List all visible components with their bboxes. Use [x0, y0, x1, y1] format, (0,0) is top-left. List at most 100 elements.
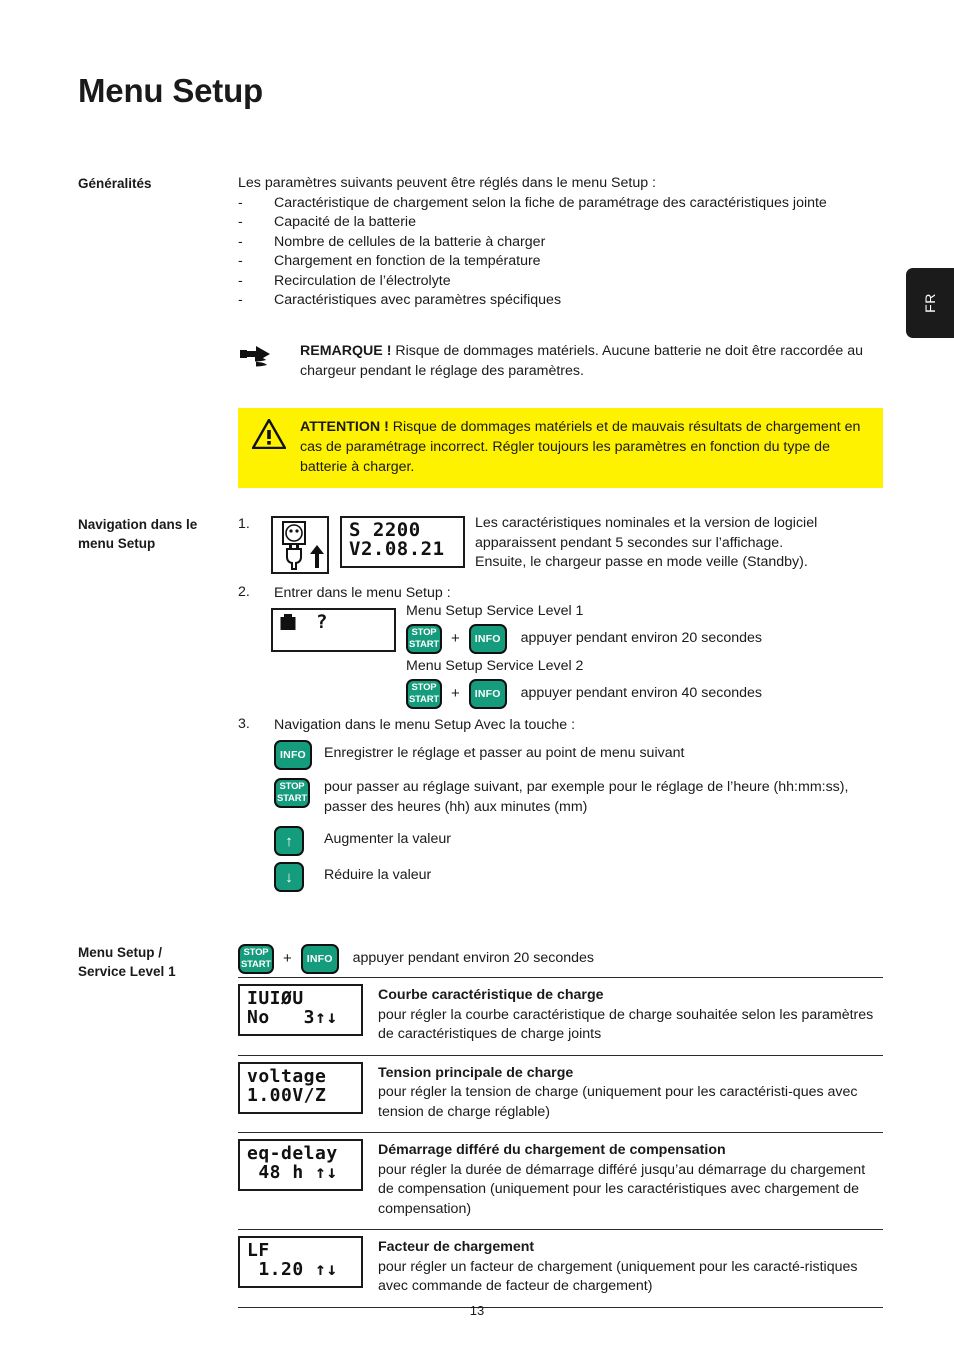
step-1-number: 1. [238, 516, 250, 532]
lcd-line-1: eq-delay [247, 1143, 338, 1164]
stop-start-key[interactable]: STOP START [274, 778, 310, 808]
table-row: LF 1.20 ↑↓ Facteur de chargement pour ré… [238, 1229, 883, 1308]
stop-start-key[interactable]: STOP START [406, 624, 442, 654]
section-label-navigation: Navigation dans le menu Setup [78, 515, 233, 553]
step-2-text: Entrer dans le menu Setup : [274, 585, 451, 601]
step-3-text: Navigation dans le menu Setup Avec la to… [274, 717, 576, 733]
service-level-1-duration: appuyer pendant environ 20 secondes [520, 630, 762, 647]
battery-icon [280, 614, 296, 630]
step-3-number: 3. [238, 716, 250, 732]
lcd-line-2: 1.20 ↑↓ [247, 1259, 338, 1280]
lcd-display-version: S 2200 V2.08.21 [340, 516, 465, 568]
document-page: Menu Setup FR Généralités Les paramètres… [0, 0, 954, 1351]
note-keyword: REMARQUE ! [300, 343, 392, 359]
nav-row-down: ↓ Réduire la valeur [274, 862, 884, 892]
list-item: - Chargement en fonction de la températur… [238, 252, 883, 272]
service-level-1-entry-keys: STOP START + INFO appuyer pendant enviro… [238, 944, 594, 974]
nav-row-up-text: Augmenter la valeur [324, 831, 451, 847]
setting-description: pour régler la tension de charge (unique… [378, 1084, 858, 1120]
lcd-display-voltage: voltage 1.00V/Z [238, 1061, 363, 1114]
setting-title: Démarrage différé du chargement de compe… [378, 1142, 726, 1158]
lcd-line-1: LF [247, 1240, 270, 1261]
info-key[interactable]: INFO [468, 679, 507, 709]
service-level-2-label: Menu Setup Service Level 2 [406, 658, 584, 674]
lcd-display-lf: LF 1.20 ↑↓ [238, 1236, 363, 1288]
bullet-dash: - [238, 253, 243, 269]
table-row: eq-delay 48 h ↑↓ Démarrage différé du ch… [238, 1132, 883, 1229]
lcd-cell: IUIØU No 3↑↓ [238, 978, 378, 1044]
nav-row-stop-start: STOP START pour passer au réglage suivan… [274, 778, 884, 817]
warning-triangle-icon [238, 417, 300, 449]
desc-cell: Facteur de chargement pour régler un fac… [378, 1230, 883, 1307]
lcd-cell: LF 1.20 ↑↓ [238, 1230, 378, 1296]
key-cell: ↓ [274, 862, 324, 892]
nav-row-info: INFO Enregistrer le réglage et passer au… [274, 740, 884, 770]
down-arrow-key[interactable]: ↓ [274, 862, 304, 892]
page-title: Menu Setup [78, 72, 263, 109]
up-arrow-key[interactable]: ↑ [274, 826, 304, 856]
generalites-bullet-list: - Caractéristique de chargement selon la … [238, 194, 883, 311]
bullet-dash: - [238, 233, 243, 250]
list-item: - Nombre de cellules de la batterie à cha… [238, 233, 883, 253]
step-2-number: 2. [238, 584, 250, 600]
caution-keyword: ATTENTION ! [300, 419, 389, 435]
step-1-text-line-3: Ensuite, le chargeur passe en mode veill… [475, 554, 808, 570]
lcd-line-2: No 3↑↓ [247, 1007, 338, 1028]
lcd-cell: voltage 1.00V/Z [238, 1056, 378, 1122]
stop-start-key[interactable]: STOP START [238, 944, 274, 974]
start-key-label: START [409, 694, 439, 705]
section-label-service-level-1-line2: Service Level 1 [78, 964, 176, 979]
list-item: - Caractéristique de chargement selon la … [238, 194, 883, 214]
lcd-display-charge-curve: IUIØU No 3↑↓ [238, 984, 363, 1036]
desc-cell: Tension principale de charge pour régler… [378, 1056, 883, 1133]
service-level-1-keys-line: STOP START + INFO appuyer pendant enviro… [406, 624, 762, 654]
lcd-display-eq-delay: eq-delay 48 h ↑↓ [238, 1139, 363, 1191]
generalites-intro: Les paramètres suivants peuvent être rég… [238, 175, 656, 191]
note-block: REMARQUE ! Risque de dommages matériels.… [238, 341, 883, 381]
stop-start-key[interactable]: STOP START [406, 679, 442, 709]
menu-settings-table: IUIØU No 3↑↓ Courbe caractéristique de c… [238, 977, 883, 1308]
info-key[interactable]: INFO [468, 624, 507, 654]
language-tab-fr[interactable]: FR [906, 268, 954, 338]
list-item-label: Caractéristiques avec paramètres spécifi… [274, 292, 562, 308]
list-item-label: Nombre de cellules de la batterie à char… [274, 233, 546, 250]
bullet-dash: - [238, 292, 243, 308]
section-label-service-level-1: Menu Setup / Service Level 1 [78, 943, 233, 981]
lcd-display-battery-question: ? [271, 608, 396, 652]
start-key-label: START [277, 793, 307, 804]
bullet-dash: - [238, 214, 243, 230]
pointing-hand-icon [238, 341, 300, 376]
language-tab-label: FR [922, 293, 938, 313]
service-level-1-label: Menu Setup Service Level 1 [406, 603, 584, 619]
caution-text: ATTENTION ! Risque de dommages matériels… [300, 417, 883, 477]
lcd-line-2: V2.08.21 [349, 538, 445, 560]
service-level-2-keys-line: STOP START + INFO appuyer pendant enviro… [406, 679, 762, 709]
table-row: IUIØU No 3↑↓ Courbe caractéristique de c… [238, 977, 883, 1055]
list-item-label: Caractéristique de chargement selon la f… [274, 194, 827, 211]
setting-description: pour régler la durée de démarrage différ… [378, 1161, 866, 1217]
table-row: voltage 1.00V/Z Tension principale de ch… [238, 1054, 883, 1133]
step-1-text-line-1: Les caractéristiques nominales et la ver… [475, 515, 818, 531]
section-label-navigation-text: Navigation dans le menu Setup [78, 517, 198, 551]
page-number: 13 [469, 1303, 485, 1318]
section-label-service-level-1-line1: Menu Setup / [78, 945, 162, 960]
list-item-label: Chargement en fonction de la température [274, 253, 541, 269]
lcd-cell: eq-delay 48 h ↑↓ [238, 1133, 378, 1199]
step-1-text-line-2: apparaissent pendant 5 secondes sur l’af… [475, 534, 784, 551]
plus-sign: + [450, 630, 460, 648]
setting-title: Tension principale de charge [378, 1064, 574, 1081]
start-key-label: START [409, 639, 439, 650]
lcd-line-2: 1.00V/Z [247, 1084, 327, 1106]
info-key[interactable]: INFO [274, 740, 312, 770]
list-item-label: Capacité de la batterie [274, 214, 416, 230]
setting-title: Courbe caractéristique de charge [378, 987, 604, 1003]
section-label-generalites: Généralités [78, 176, 152, 191]
note-text: REMARQUE ! Risque de dommages matériels.… [300, 341, 883, 381]
bullet-dash: - [238, 272, 243, 289]
setting-description: pour régler la courbe caractéristique de… [378, 1006, 874, 1043]
setting-title: Facteur de chargement [378, 1239, 535, 1255]
desc-cell: Courbe caractéristique de charge pour ré… [378, 978, 883, 1055]
lcd-line-1: voltage [247, 1065, 327, 1087]
nav-row-up: ↑ Augmenter la valeur [274, 826, 884, 856]
info-key[interactable]: INFO [300, 944, 339, 974]
